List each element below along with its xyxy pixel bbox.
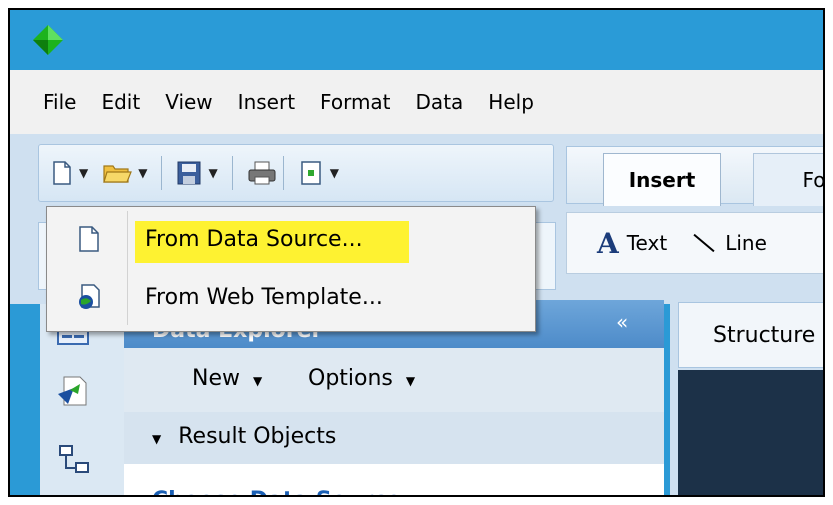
result-objects-label: Result Objects xyxy=(178,424,337,449)
menu-insert[interactable]: Insert xyxy=(238,90,295,114)
quick-toolbar: ▼ ▼ ▼ ▼ xyxy=(38,144,554,202)
side-icon-strip xyxy=(40,304,125,495)
tab-format[interactable]: Fo xyxy=(753,153,823,206)
menu-help[interactable]: Help xyxy=(488,90,534,114)
toolbar-separator xyxy=(161,156,163,190)
tab-insert[interactable]: Insert xyxy=(603,153,721,206)
ribbon-tools: A Text Line xyxy=(566,212,823,274)
save-dropdown-arrow[interactable]: ▼ xyxy=(208,166,217,180)
new-button[interactable]: New ▼ xyxy=(192,366,262,391)
tab-structure[interactable]: Structure xyxy=(678,302,823,368)
open-dropdown-arrow[interactable]: ▼ xyxy=(138,166,147,180)
menu-format[interactable]: Format xyxy=(320,90,390,114)
toolbar-separator xyxy=(282,156,284,190)
new-document-icon xyxy=(79,226,99,252)
chevron-down-icon: ▼ xyxy=(405,374,416,388)
page-setup-icon[interactable] xyxy=(298,160,324,186)
structure-canvas xyxy=(678,370,823,495)
print-icon[interactable] xyxy=(247,160,277,186)
toolbar-separator xyxy=(231,156,233,190)
menu-bar: File Edit View Insert Format Data Help xyxy=(10,70,823,134)
menu-file[interactable]: File xyxy=(43,90,76,114)
text-tool-icon[interactable]: A xyxy=(597,227,619,260)
structure-panel: Structure xyxy=(670,290,823,495)
line-tool-icon[interactable] xyxy=(693,233,715,253)
options-button[interactable]: Options ▼ xyxy=(308,366,415,391)
expand-arrow-icon: ▼ xyxy=(152,432,162,446)
chevron-down-icon: ▼ xyxy=(253,374,263,388)
save-icon[interactable] xyxy=(176,160,202,186)
line-tool-label[interactable]: Line xyxy=(725,231,767,255)
explorer-action-bar: New ▼ Options ▼ xyxy=(124,348,664,413)
app-logo-icon xyxy=(33,25,63,55)
structure-icon[interactable] xyxy=(56,444,90,478)
document-arrow-icon[interactable] xyxy=(56,374,90,408)
new-button-label: New xyxy=(192,366,240,391)
open-folder-icon[interactable] xyxy=(102,160,133,186)
collapse-panel-button[interactable]: « xyxy=(616,310,628,334)
ribbon-tab-strip: Insert Fo xyxy=(566,146,823,206)
web-globe-document-icon xyxy=(79,284,100,309)
new-document-menu: From Data Source... From Web Template... xyxy=(46,206,536,332)
menu-view[interactable]: View xyxy=(165,90,212,114)
result-objects-header: ▼ Result Objects xyxy=(152,424,336,449)
page-setup-dropdown-arrow[interactable]: ▼ xyxy=(330,166,339,180)
text-tool-label[interactable]: Text xyxy=(627,231,667,255)
title-bar xyxy=(10,10,823,70)
menu-edit[interactable]: Edit xyxy=(101,90,140,114)
menu-data[interactable]: Data xyxy=(416,90,464,114)
menu-item-from-data-source[interactable]: From Data Source... xyxy=(47,213,535,265)
menu-item-label: From Data Source... xyxy=(145,227,363,252)
result-objects-section[interactable]: ▼ Result Objects xyxy=(124,412,664,464)
options-button-label: Options xyxy=(308,366,393,391)
menu-item-label: From Web Template... xyxy=(145,285,383,310)
app-window: File Edit View Insert Format Data Help ▼… xyxy=(8,8,825,497)
menu-item-from-web-template[interactable]: From Web Template... xyxy=(47,271,535,323)
choose-data-source-link[interactable]: Choose Data Source xyxy=(152,488,401,495)
new-dropdown-arrow[interactable]: ▼ xyxy=(79,166,88,180)
new-document-icon[interactable] xyxy=(51,160,73,186)
